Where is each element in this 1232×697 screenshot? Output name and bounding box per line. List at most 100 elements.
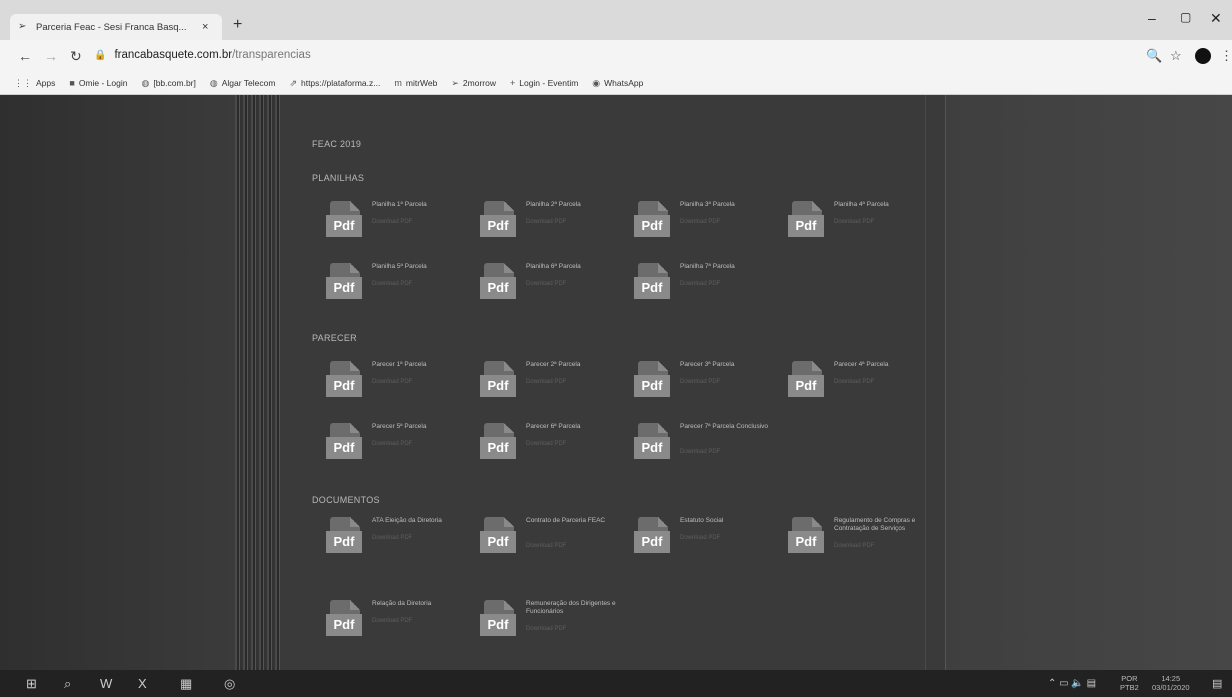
pdf-file-icon[interactable]: Pdf <box>634 201 670 241</box>
pdf-file-icon[interactable]: Pdf <box>326 361 362 401</box>
download-link[interactable]: Download PDF <box>680 535 780 541</box>
pdf-document-link[interactable]: Pdf Planilha 5ª Parcela Download PDF <box>326 263 476 323</box>
download-link[interactable]: Download PDF <box>526 626 626 632</box>
bookmark-item[interactable]: ⋮⋮ Apps <box>14 78 55 89</box>
bookmark-item[interactable]: ◉ WhatsApp <box>592 78 643 89</box>
download-link[interactable]: Download PDF <box>526 219 626 225</box>
download-link[interactable]: Download PDF <box>834 379 934 385</box>
pdf-file-icon[interactable]: Pdf <box>326 517 362 557</box>
pdf-file-icon[interactable]: Pdf <box>480 600 516 640</box>
forward-icon[interactable]: → <box>44 48 58 64</box>
bookmark-item[interactable]: m mitrWeb <box>394 78 437 88</box>
document-label[interactable]: Remuneração dos Dirigentes e Funcionário… <box>526 600 626 616</box>
download-link[interactable]: Download PDF <box>372 281 472 287</box>
back-icon[interactable]: ← <box>18 48 32 64</box>
pdf-file-icon[interactable]: Pdf <box>788 201 824 241</box>
reload-icon[interactable]: ↻ <box>70 48 82 65</box>
pdf-document-link[interactable]: Pdf Planilha 1ª Parcela Download PDF <box>326 201 476 261</box>
download-link[interactable]: Download PDF <box>834 219 934 225</box>
pdf-document-link[interactable]: Pdf Parecer 2ª Parcela Download PDF <box>480 361 630 421</box>
zoom-icon[interactable]: 🔍 <box>1146 48 1162 64</box>
minimize-icon[interactable]: – <box>1148 10 1156 26</box>
pdf-document-link[interactable]: Pdf Planilha 7ª Parcela Download PDF <box>634 263 784 323</box>
document-label[interactable]: Parecer 6ª Parcela <box>526 423 626 431</box>
pdf-file-icon[interactable]: Pdf <box>480 423 516 463</box>
pdf-document-link[interactable]: Pdf Planilha 6ª Parcela Download PDF <box>480 263 630 323</box>
pdf-document-link[interactable]: Pdf Planilha 4ª Parcela Download PDF <box>788 201 938 261</box>
pdf-file-icon[interactable]: Pdf <box>326 263 362 303</box>
pdf-document-link[interactable]: Pdf ATA Eleição da Diretoria Download PDF <box>326 517 476 577</box>
document-label[interactable]: Parecer 1ª Parcela <box>372 361 472 369</box>
download-link[interactable]: Download PDF <box>526 441 626 447</box>
document-label[interactable]: Planilha 6ª Parcela <box>526 263 626 271</box>
bookmark-item[interactable]: ■ Omie - Login <box>69 78 127 88</box>
download-link[interactable]: Download PDF <box>680 449 780 455</box>
pdf-document-link[interactable]: Pdf Parecer 1ª Parcela Download PDF <box>326 361 476 421</box>
excel-icon[interactable]: X <box>138 676 147 691</box>
pdf-file-icon[interactable]: Pdf <box>634 423 670 463</box>
download-link[interactable]: Download PDF <box>372 441 472 447</box>
document-label[interactable]: Planilha 5ª Parcela <box>372 263 472 271</box>
download-link[interactable]: Download PDF <box>834 543 934 549</box>
notification-icon[interactable]: ▤ <box>1212 677 1222 690</box>
download-link[interactable]: Download PDF <box>680 219 780 225</box>
pdf-file-icon[interactable]: Pdf <box>788 517 824 557</box>
download-link[interactable]: Download PDF <box>526 281 626 287</box>
chrome-icon[interactable]: ◎ <box>224 676 235 692</box>
pdf-file-icon[interactable]: Pdf <box>326 423 362 463</box>
document-label[interactable]: Contrato de Parceria FEAC <box>526 517 626 525</box>
bookmark-item[interactable]: ◍ [bb.com.br] <box>141 78 195 89</box>
new-tab-button[interactable]: + <box>233 16 242 34</box>
document-label[interactable]: Relação da Diretoria <box>372 600 472 608</box>
download-link[interactable]: Download PDF <box>372 535 472 541</box>
document-label[interactable]: Parecer 5ª Parcela <box>372 423 472 431</box>
pdf-document-link[interactable]: Pdf Regulamento de Compras e Contratação … <box>788 517 938 577</box>
pdf-document-link[interactable]: Pdf Parecer 7ª Parcela Conclusivo Download… <box>634 423 784 483</box>
download-link[interactable]: Download PDF <box>526 379 626 385</box>
pdf-file-icon[interactable]: Pdf <box>634 517 670 557</box>
bookmark-item[interactable]: + Login - Eventim <box>510 78 578 88</box>
search-icon[interactable]: ⌕ <box>64 676 71 692</box>
pdf-document-link[interactable]: Pdf Parecer 3ª Parcela Download PDF <box>634 361 784 421</box>
download-link[interactable]: Download PDF <box>372 618 472 624</box>
document-label[interactable]: Regulamento de Compras e Contratação de … <box>834 517 934 533</box>
clock[interactable]: 14:25 03/01/2020 <box>1152 674 1190 692</box>
document-label[interactable]: Planilha 3ª Parcela <box>680 201 780 209</box>
download-link[interactable]: Download PDF <box>526 543 626 549</box>
pdf-file-icon[interactable]: Pdf <box>480 201 516 241</box>
document-label[interactable]: Planilha 1ª Parcela <box>372 201 472 209</box>
folder-icon[interactable]: ▦ <box>180 676 192 692</box>
tray-icons[interactable]: ⌃ ▭ 🔈 ▤ <box>1048 678 1096 689</box>
menu-icon[interactable]: ⋮ <box>1220 48 1232 64</box>
document-label[interactable]: Parecer 4ª Parcela <box>834 361 934 369</box>
language-indicator[interactable]: POR PTB2 <box>1120 674 1139 692</box>
window-close-icon[interactable]: ✕ <box>1210 10 1222 27</box>
download-link[interactable]: Download PDF <box>372 379 472 385</box>
word-icon[interactable]: W <box>100 676 112 691</box>
download-link[interactable]: Download PDF <box>680 281 780 287</box>
pdf-document-link[interactable]: Pdf Parecer 4ª Parcela Download PDF <box>788 361 938 421</box>
profile-avatar[interactable] <box>1195 48 1211 64</box>
document-label[interactable]: Parecer 2ª Parcela <box>526 361 626 369</box>
pdf-document-link[interactable]: Pdf Planilha 3ª Parcela Download PDF <box>634 201 784 261</box>
download-link[interactable]: Download PDF <box>680 379 780 385</box>
pdf-file-icon[interactable]: Pdf <box>634 263 670 303</box>
windows-start-icon[interactable]: ⊞ <box>26 676 37 692</box>
pdf-file-icon[interactable]: Pdf <box>480 361 516 401</box>
document-label[interactable]: Estatuto Social <box>680 517 780 525</box>
tab-close-icon[interactable]: × <box>202 21 208 33</box>
pdf-document-link[interactable]: Pdf Parecer 5ª Parcela Download PDF <box>326 423 476 483</box>
pdf-document-link[interactable]: Pdf Planilha 2ª Parcela Download PDF <box>480 201 630 261</box>
pdf-document-link[interactable]: Pdf Contrato de Parceria FEAC Download PDF <box>480 517 630 577</box>
document-label[interactable]: ATA Eleição da Diretoria <box>372 517 472 525</box>
star-icon[interactable]: ☆ <box>1170 48 1182 64</box>
bookmark-item[interactable]: ⇗ https://plataforma.z... <box>289 78 380 89</box>
pdf-file-icon[interactable]: Pdf <box>480 263 516 303</box>
browser-tab[interactable]: ➢ Parceria Feac - Sesi Franca Basq... × <box>10 14 222 40</box>
maximize-icon[interactable]: ▢ <box>1180 10 1191 24</box>
download-link[interactable]: Download PDF <box>372 219 472 225</box>
pdf-file-icon[interactable]: Pdf <box>326 600 362 640</box>
bookmark-item[interactable]: ➢ 2morrow <box>451 78 496 89</box>
pdf-file-icon[interactable]: Pdf <box>788 361 824 401</box>
document-label[interactable]: Planilha 4ª Parcela <box>834 201 934 209</box>
